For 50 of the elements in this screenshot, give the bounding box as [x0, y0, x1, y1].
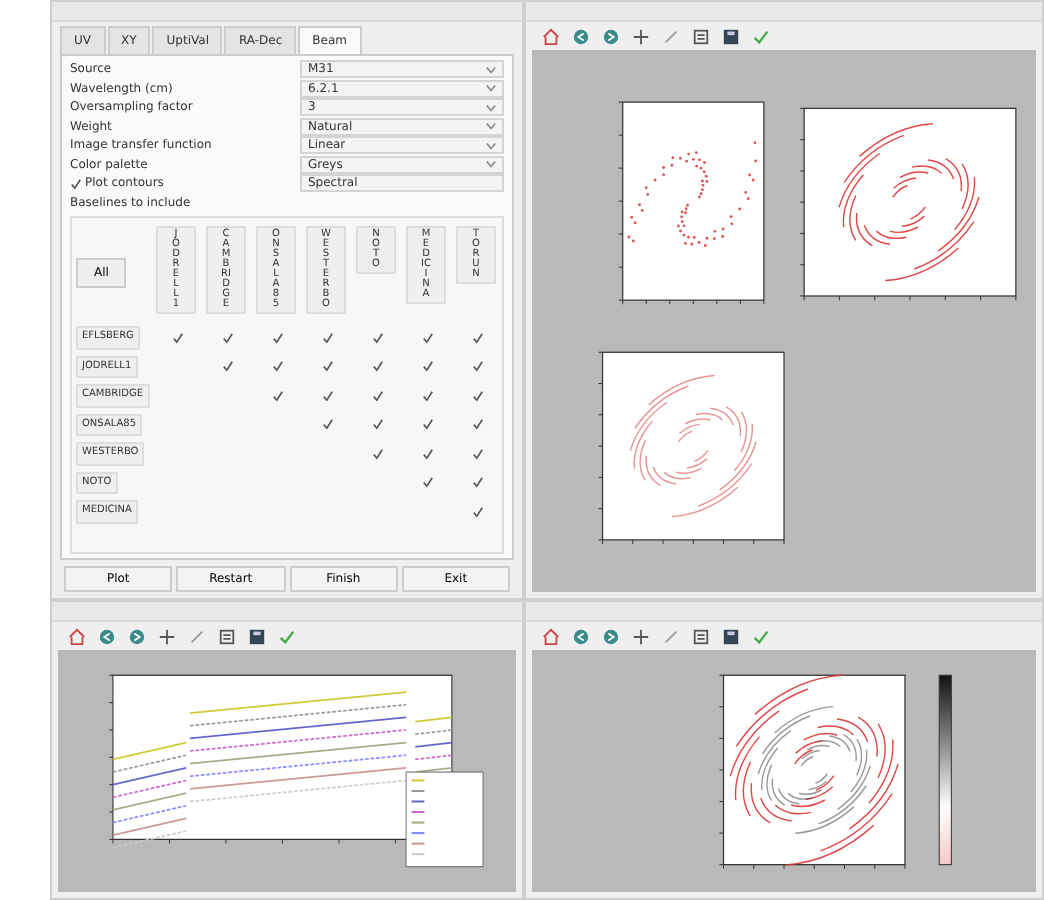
check-icon[interactable]	[271, 389, 283, 402]
forward-icon[interactable]	[128, 627, 146, 645]
check-icon[interactable]	[471, 389, 483, 402]
back-icon[interactable]	[98, 627, 116, 645]
check-icon[interactable]	[421, 331, 433, 344]
check-icon[interactable]	[321, 331, 333, 344]
check-icon[interactable]	[752, 627, 770, 645]
check-icon[interactable]	[371, 360, 383, 373]
check-icon[interactable]	[421, 389, 433, 402]
check-icon[interactable]	[271, 331, 283, 344]
move-icon[interactable]	[158, 627, 176, 645]
check-icon[interactable]	[278, 627, 296, 645]
sliders-icon[interactable]	[218, 627, 236, 645]
check-icon[interactable]	[371, 447, 383, 460]
check-icon[interactable]	[471, 447, 483, 460]
move-icon[interactable]	[632, 627, 650, 645]
forward-icon[interactable]	[602, 627, 620, 645]
home-icon[interactable]	[68, 627, 86, 645]
sliders-icon[interactable]	[692, 627, 710, 645]
save-icon[interactable]	[722, 27, 740, 45]
check-icon[interactable]	[471, 360, 483, 373]
check-icon[interactable]	[421, 476, 433, 489]
check-icon[interactable]	[70, 177, 82, 190]
check-icon[interactable]	[471, 505, 483, 518]
check-icon[interactable]	[471, 476, 483, 489]
move-icon[interactable]	[632, 27, 650, 45]
check-icon[interactable]	[271, 360, 283, 373]
check-icon[interactable]	[321, 418, 333, 431]
save-icon[interactable]	[722, 627, 740, 645]
check-icon[interactable]	[321, 389, 333, 402]
check-icon[interactable]	[371, 418, 383, 431]
check-icon[interactable]	[221, 360, 233, 373]
home-icon[interactable]	[542, 627, 560, 645]
check-icon[interactable]	[371, 331, 383, 344]
sliders-icon[interactable]	[692, 27, 710, 45]
check-icon[interactable]	[421, 447, 433, 460]
check-icon[interactable]	[221, 331, 233, 344]
home-icon[interactable]	[542, 27, 560, 45]
check-icon[interactable]	[471, 418, 483, 431]
back-icon[interactable]	[572, 27, 590, 45]
save-icon[interactable]	[248, 627, 266, 645]
check-icon[interactable]	[752, 27, 770, 45]
check-icon[interactable]	[371, 389, 383, 402]
check-icon[interactable]	[421, 360, 433, 373]
back-icon[interactable]	[572, 627, 590, 645]
forward-icon[interactable]	[602, 27, 620, 45]
check-icon[interactable]	[171, 331, 183, 344]
check-icon[interactable]	[321, 360, 333, 373]
check-icon[interactable]	[421, 418, 433, 431]
check-icon[interactable]	[471, 331, 483, 344]
